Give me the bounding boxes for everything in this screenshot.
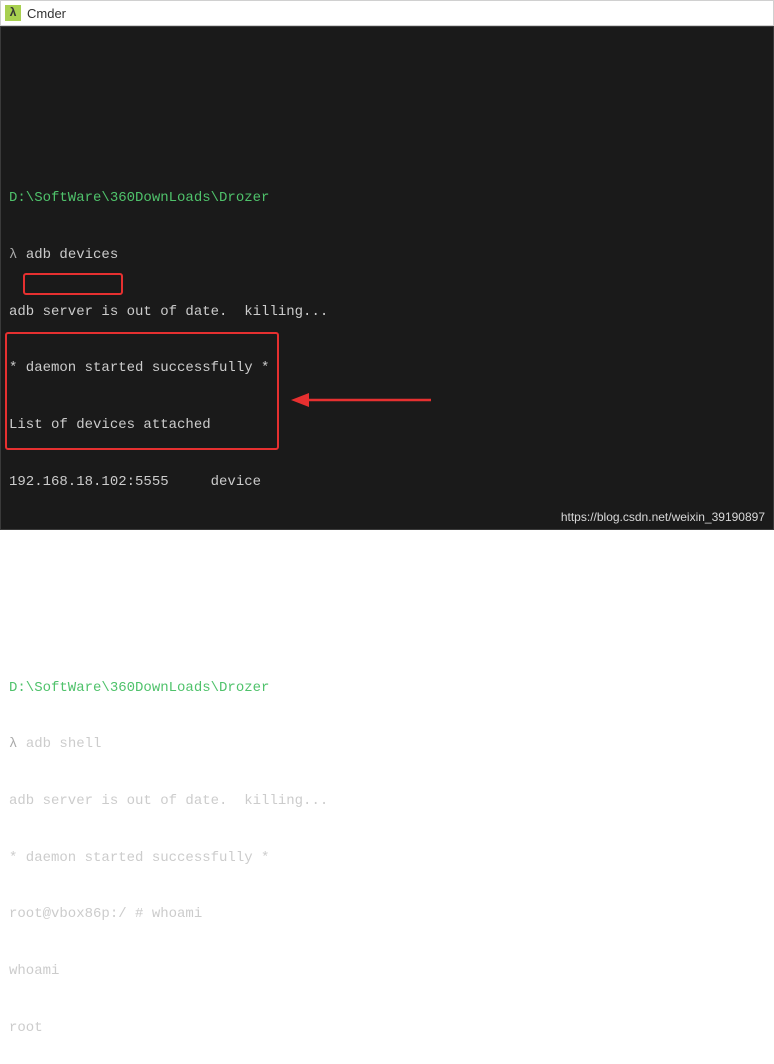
- prompt-path: D:\SoftWare\360DownLoads\Drozer: [9, 679, 765, 698]
- lambda-icon: λ: [9, 247, 17, 263]
- shell-line: root: [9, 1019, 765, 1038]
- window-title-bar[interactable]: λ Cmder: [0, 0, 774, 26]
- arrow-icon: [291, 385, 431, 415]
- prompt-line: λ adb shell: [9, 735, 765, 754]
- output-line: 192.168.18.102:5555 device: [9, 473, 765, 492]
- window-title: Cmder: [27, 6, 66, 21]
- terminal-area[interactable]: D:\SoftWare\360DownLoads\Drozer λ adb de…: [0, 26, 774, 530]
- output-line: List of devices attached: [9, 416, 765, 435]
- shell-line: root@vbox86p:/ # whoami: [9, 905, 765, 924]
- output-line: adb server is out of date. killing...: [9, 303, 765, 322]
- output-line: * daemon started successfully *: [9, 849, 765, 868]
- watermark-text: https://blog.csdn.net/weixin_39190897: [561, 509, 765, 525]
- output-line: adb server is out of date. killing...: [9, 792, 765, 811]
- annotation-highlight-box: [23, 273, 123, 295]
- command-text: adb devices: [26, 247, 118, 263]
- output-line: * daemon started successfully *: [9, 359, 765, 378]
- command-text: adb shell: [26, 736, 102, 752]
- prompt-line: λ adb devices: [9, 246, 765, 265]
- app-icon: λ: [5, 5, 21, 21]
- prompt-path: D:\SoftWare\360DownLoads\Drozer: [9, 189, 765, 208]
- shell-line: whoami: [9, 962, 765, 981]
- lambda-icon: λ: [9, 736, 17, 752]
